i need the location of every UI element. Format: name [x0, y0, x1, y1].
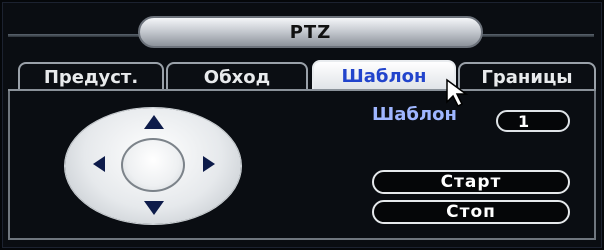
stop-button[interactable]: Стоп: [372, 200, 570, 224]
window-title: PTZ: [138, 16, 483, 48]
arrow-left-icon[interactable]: [93, 156, 105, 172]
arrow-down-icon[interactable]: [144, 201, 164, 215]
pattern-number-field[interactable]: 1: [496, 110, 570, 132]
mouse-pointer-icon: [446, 78, 469, 108]
tab-tour[interactable]: Обход: [166, 62, 308, 90]
arrow-right-icon[interactable]: [203, 156, 215, 172]
tab-borders[interactable]: Границы: [458, 62, 596, 90]
tab-presets[interactable]: Предуст.: [18, 62, 164, 90]
tab-pattern[interactable]: Шаблон: [312, 60, 456, 90]
ptz-center-button[interactable]: [121, 138, 185, 192]
arrow-up-icon[interactable]: [144, 115, 164, 129]
start-button[interactable]: Старт: [372, 170, 570, 194]
